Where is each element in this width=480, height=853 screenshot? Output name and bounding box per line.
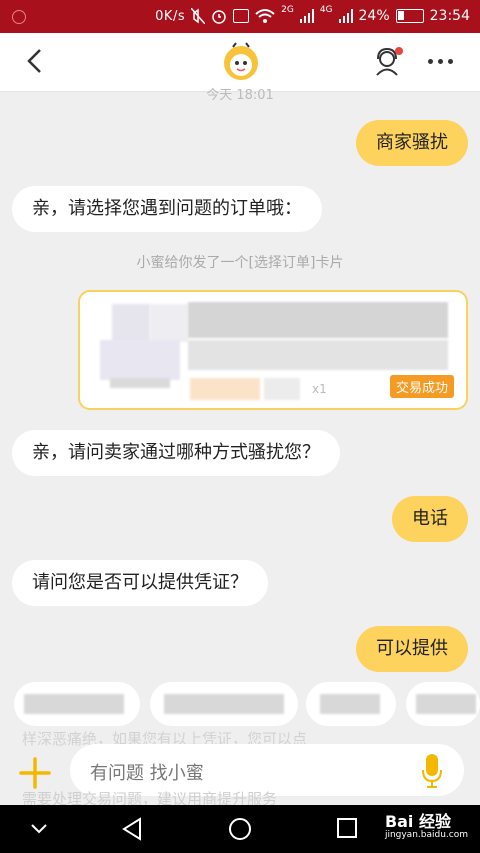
signal-icon-2 bbox=[338, 9, 353, 23]
chat-timestamp: 今天 18:01 bbox=[206, 88, 274, 103]
battery-percent: 24% bbox=[358, 8, 390, 24]
bot-message-bubble: 亲，请选择您遇到问题的订单哦： bbox=[12, 186, 322, 232]
signal-2g-label: 2G bbox=[281, 5, 294, 15]
status-bar: 0K/s 2G 4G 24% 23:54 bbox=[0, 0, 480, 33]
watermark-url: jingyan.baidu.com bbox=[384, 830, 468, 840]
chevron-down-icon[interactable] bbox=[30, 823, 48, 835]
bot-message-bubble: 请问您是否可以提供凭证？ bbox=[12, 560, 268, 606]
home-circle-icon[interactable] bbox=[228, 817, 252, 841]
watermark-text: Bai 经验 bbox=[384, 812, 451, 831]
plus-icon[interactable] bbox=[18, 756, 52, 790]
wifi-icon bbox=[255, 9, 275, 23]
battery-icon bbox=[395, 9, 424, 23]
user-message-bubble: 电话 bbox=[392, 496, 468, 542]
microphone-icon[interactable] bbox=[422, 754, 442, 788]
alarm-icon bbox=[212, 10, 226, 24]
bee-mascot-icon bbox=[224, 42, 258, 80]
signal-4g-label: 4G bbox=[319, 5, 333, 15]
customer-service-icon[interactable] bbox=[372, 46, 404, 78]
clock: 23:54 bbox=[429, 8, 470, 24]
quick-reply-bar bbox=[0, 682, 480, 732]
quick-reply-chip[interactable] bbox=[14, 682, 140, 726]
user-message-bubble: 商家骚扰 bbox=[356, 120, 468, 166]
quick-reply-chip[interactable] bbox=[306, 682, 396, 726]
baidu-watermark: Bai 经验 jingyan.baidu.com bbox=[385, 808, 468, 840]
quick-reply-chip[interactable] bbox=[150, 682, 298, 726]
back-triangle-icon[interactable] bbox=[120, 817, 144, 841]
bot-message-bubble: 亲，请问卖家通过哪种方式骚扰您？ bbox=[12, 430, 340, 476]
order-card[interactable]: x1 交易成功 bbox=[78, 290, 468, 410]
user-message-bubble: 可以提供 bbox=[356, 626, 468, 672]
chevron-left-icon[interactable] bbox=[22, 47, 50, 75]
quick-reply-chip[interactable] bbox=[406, 682, 480, 726]
order-quantity: x1 bbox=[312, 382, 327, 396]
more-horizontal-icon[interactable] bbox=[428, 59, 453, 64]
order-status-badge: 交易成功 bbox=[389, 375, 454, 398]
recents-square-icon[interactable] bbox=[336, 817, 358, 839]
notification-icon bbox=[12, 10, 26, 24]
status-icons: 0K/s 2G 4G 24% 23:54 bbox=[155, 5, 470, 24]
signal-icon bbox=[299, 9, 314, 23]
network-speed: 0K/s bbox=[155, 8, 186, 24]
hd-icon bbox=[233, 9, 250, 23]
input-placeholder: 有问题 找小蜜 bbox=[90, 763, 204, 784]
system-notice: 小蜜给你发了一个[选择订单]卡片 bbox=[136, 255, 344, 271]
silent-icon bbox=[191, 8, 206, 24]
